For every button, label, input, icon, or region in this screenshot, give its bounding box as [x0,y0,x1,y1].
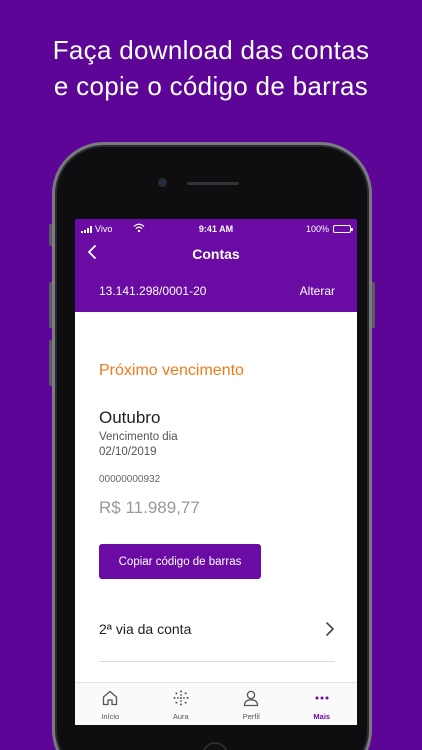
due-date: 02/10/2019 [99,446,157,458]
second-copy-row[interactable]: 2ª via da conta [99,618,335,642]
account-cnpj: 13.141.298/0001-20 [99,284,207,298]
tab-inicio[interactable]: Início [75,683,146,725]
battery-icon [333,225,353,233]
status-bar: Vivo 9:41 AM 100% [75,223,357,237]
phone-frame: Vivo 9:41 AM 100% Contas 13.141.298/0001… [52,142,372,750]
battery-percent: 100% [305,224,329,234]
app-header: Vivo 9:41 AM 100% Contas 13.141.298/0001… [75,219,357,312]
headline-line-1: Faça download das contas [52,35,370,65]
document-number: 00000000932 [99,474,161,485]
more-dots-icon [315,696,329,700]
bill-month: Outubro [99,408,161,427]
home-icon [103,690,118,706]
due-label: Vencimento dia [99,431,178,443]
bill-content: Próximo vencimento Outubro Vencimento di… [75,312,357,682]
tab-perfil[interactable]: Perfil [216,683,287,725]
change-account-link[interactable]: Alterar [300,284,335,298]
tab-label: Mais [313,712,331,721]
tab-label: Aura [172,712,189,721]
bill-amount: R$ 11.989,77 [99,498,200,517]
list-divider [99,661,335,662]
user-icon [244,690,259,707]
marketing-headline: Faça download das contas e copie o códig… [0,32,422,104]
app-screen: Vivo 9:41 AM 100% Contas 13.141.298/0001… [75,219,357,725]
tab-label: Perfil [242,712,260,721]
tab-mais[interactable]: Mais [287,683,358,725]
front-camera [158,178,167,187]
next-due-title: Próximo vencimento [99,362,244,379]
second-copy-label: 2ª via da conta [99,621,192,637]
headline-line-2: e copie o código de barras [53,71,369,101]
battery: 100% [305,224,353,234]
earpiece-speaker [187,182,239,185]
copy-barcode-button[interactable]: Copiar código de barras [99,544,261,579]
bottom-tab-bar: Início Aura Perfil Mais [75,682,357,725]
chevron-right-icon [326,622,334,636]
page-title: Contas [192,246,240,262]
tab-label: Início [101,712,120,721]
home-button [202,742,228,750]
aura-dots-icon [173,690,189,706]
tab-aura[interactable]: Aura [146,683,217,725]
